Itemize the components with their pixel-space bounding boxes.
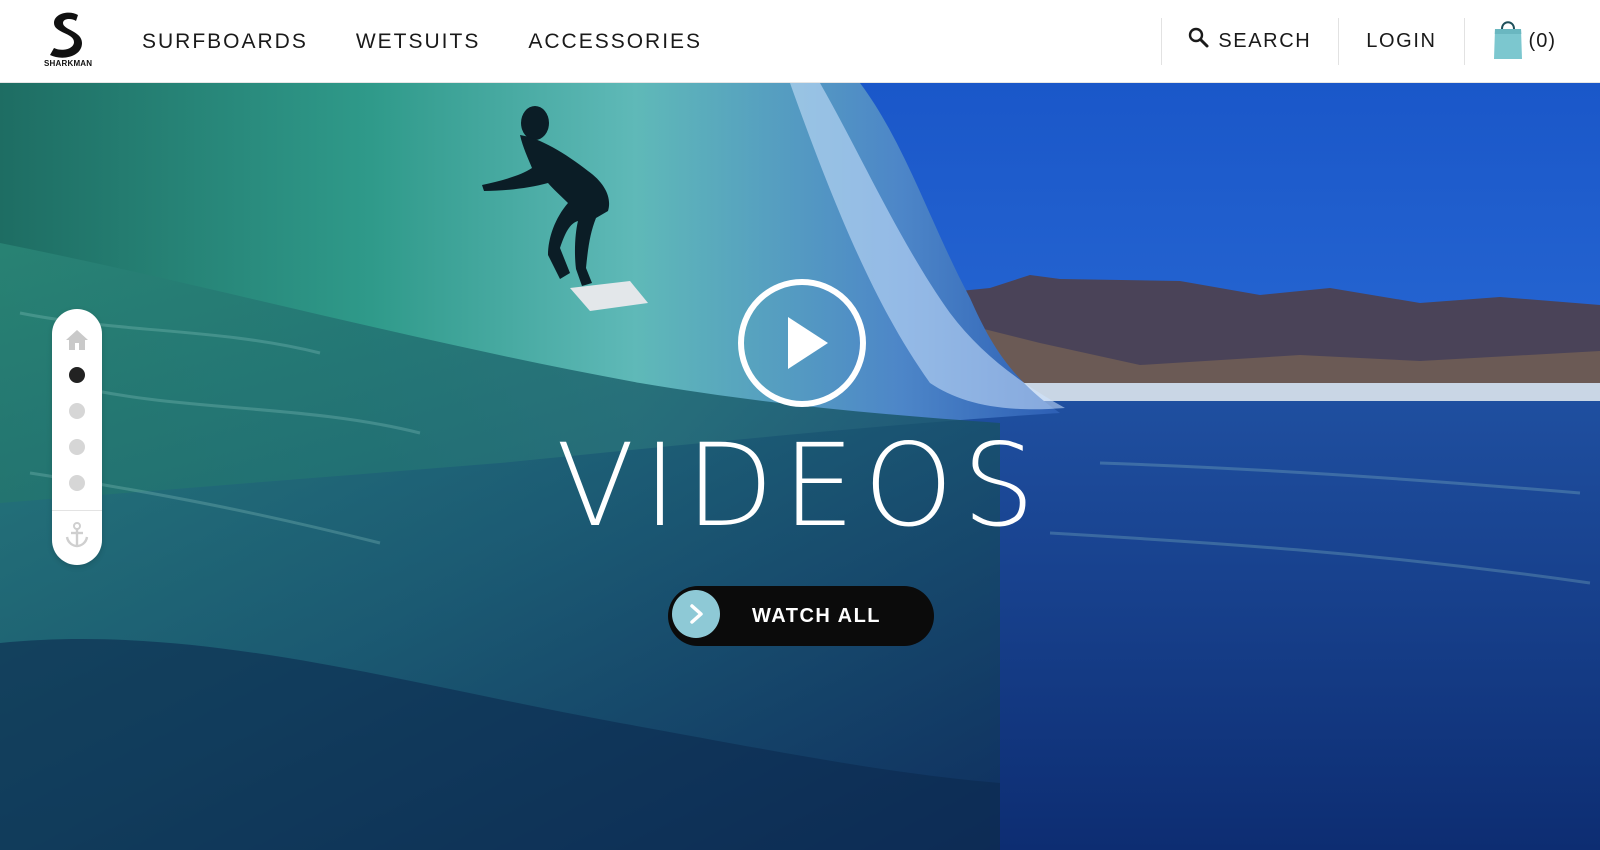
logo-mark-icon bbox=[50, 12, 82, 58]
site-header: SHARKMAN SURFBOARDS WETSUITS ACCESSORIES… bbox=[0, 0, 1600, 83]
hero-title: VIDEOS bbox=[556, 419, 1044, 552]
home-icon[interactable] bbox=[65, 329, 89, 351]
search-icon bbox=[1189, 27, 1209, 47]
header-actions: SEARCH LOGIN (0) bbox=[1161, 0, 1600, 83]
login-label: LOGIN bbox=[1366, 30, 1437, 52]
search-label: SEARCH bbox=[1218, 30, 1312, 52]
watch-all-button[interactable]: WATCH ALL bbox=[668, 586, 934, 646]
section-dot-1[interactable] bbox=[69, 367, 85, 383]
nav-item-surfboards[interactable]: SURFBOARDS bbox=[142, 30, 308, 54]
nav-item-wetsuits[interactable]: WETSUITS bbox=[356, 30, 481, 54]
main-nav: SURFBOARDS WETSUITS ACCESSORIES bbox=[142, 0, 750, 83]
sharkman-logo[interactable]: SHARKMAN bbox=[44, 11, 93, 69]
hero-banner: VIDEOS WATCH ALL bbox=[0, 83, 1600, 850]
play-video-icon[interactable] bbox=[736, 277, 868, 409]
cart-count: (0) bbox=[1528, 30, 1556, 52]
watch-all-label: WATCH ALL bbox=[752, 605, 882, 627]
login-button[interactable]: LOGIN bbox=[1339, 0, 1463, 83]
logo-text: SHARKMAN bbox=[44, 59, 93, 68]
search-button[interactable]: SEARCH bbox=[1162, 0, 1338, 83]
nav-item-accessories[interactable]: ACCESSORIES bbox=[528, 30, 702, 54]
section-dot-2[interactable] bbox=[69, 403, 85, 419]
cart-button[interactable]: (0) bbox=[1465, 0, 1600, 83]
shopping-bag-icon bbox=[1493, 20, 1522, 59]
chevron-right-icon bbox=[672, 590, 720, 638]
